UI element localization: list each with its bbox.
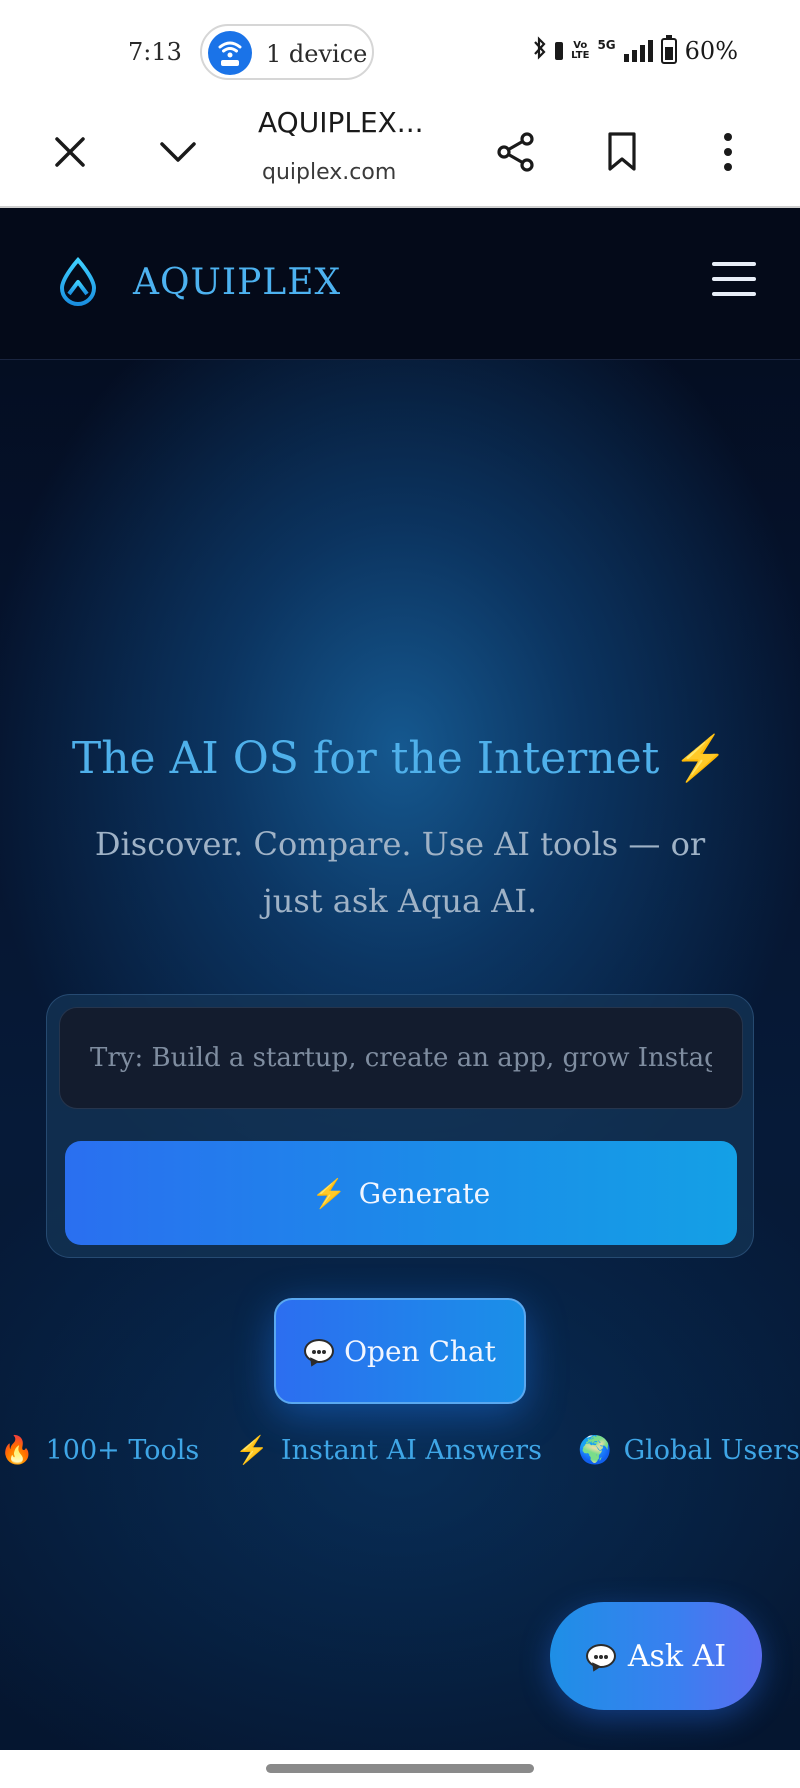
generator-card: ⚡ Generate [46,994,754,1258]
menu-line [712,277,756,281]
close-tab-button[interactable] [38,120,102,184]
ask-ai-label: Ask AI [627,1638,727,1674]
share-icon [497,132,534,172]
vibrate-icon [555,42,564,60]
bookmark-icon [608,132,636,171]
feature-label: 100+ Tools [45,1434,200,1466]
bluetooth-icon [533,36,547,66]
connected-device-pill[interactable]: 1 device [200,24,374,80]
feature-list: 🔥 100+ Tools ⚡ Instant AI Answers 🌍 Glob… [0,1434,800,1467]
device-count-label: 1 device [266,40,368,68]
status-icons: Vo LTE 5G 60% [533,35,738,66]
menu-line [712,262,756,266]
hero-subtitle: Discover. Compare. Use AI tools — or jus… [94,825,706,920]
menu-line [712,292,756,296]
speech-bubble-icon [304,1339,335,1363]
battery-fill [664,46,673,60]
battery-icon [660,35,677,64]
open-chat-label: Open Chat [344,1334,496,1368]
more-vertical-icon [724,133,732,171]
lightning-icon: ⚡ [235,1435,269,1466]
system-nav-bar [0,1750,800,1788]
ask-ai-button[interactable]: Ask AI [550,1602,762,1710]
site-header: AQUIPLEX [0,208,800,360]
speech-bubble-icon [585,1644,616,1668]
page-url[interactable]: quiplex.com [262,160,396,185]
browser-toolbar: AQUIPLEX... quiplex.com [0,96,800,208]
chevron-down-icon [160,142,196,162]
web-content: AQUIPLEX The AI OS for the Internet ⚡ Di… [0,208,800,1750]
feature-label: Global Users [623,1434,800,1466]
more-options-button[interactable] [696,120,760,184]
minimize-button[interactable] [146,120,210,184]
volte-icon: Vo LTE [571,40,590,61]
generate-button[interactable]: ⚡ Generate [65,1141,737,1245]
network-type: 5G [597,38,616,52]
brand-name[interactable]: AQUIPLEX [133,262,341,303]
home-gesture-handle[interactable] [266,1764,534,1773]
battery-percent: 60% [684,37,738,65]
fire-icon: 🔥 [0,1435,34,1466]
hero-title: The AI OS for the Internet ⚡ [0,732,800,784]
bookmark-button[interactable] [590,120,654,184]
status-time: 7:13 [128,38,182,66]
open-chat-button[interactable]: Open Chat [274,1298,526,1404]
feature-item: ⚡ Instant AI Answers [235,1434,542,1467]
generate-label: Generate [358,1176,491,1210]
page-title: AQUIPLEX... [258,106,424,139]
close-icon [55,137,85,167]
feature-item: 🌍 Global Users [577,1434,800,1467]
globe-icon: 🌍 [577,1435,612,1466]
hotspot-icon [208,31,252,75]
share-button[interactable] [484,120,548,184]
aquiplex-logo-icon[interactable] [56,256,100,310]
lightning-icon: ⚡ [673,733,729,784]
feature-item: 🔥 100+ Tools [0,1434,200,1467]
status-bar: 7:13 1 device Vo LTE 5G 60% [0,0,800,96]
hamburger-menu-button[interactable] [712,262,756,302]
signal-icon [623,40,653,62]
prompt-input[interactable] [59,1007,743,1109]
feature-label: Instant AI Answers [280,1434,542,1466]
lightning-icon: ⚡ [311,1176,347,1210]
hero-title-text: The AI OS for the Internet [71,733,660,784]
